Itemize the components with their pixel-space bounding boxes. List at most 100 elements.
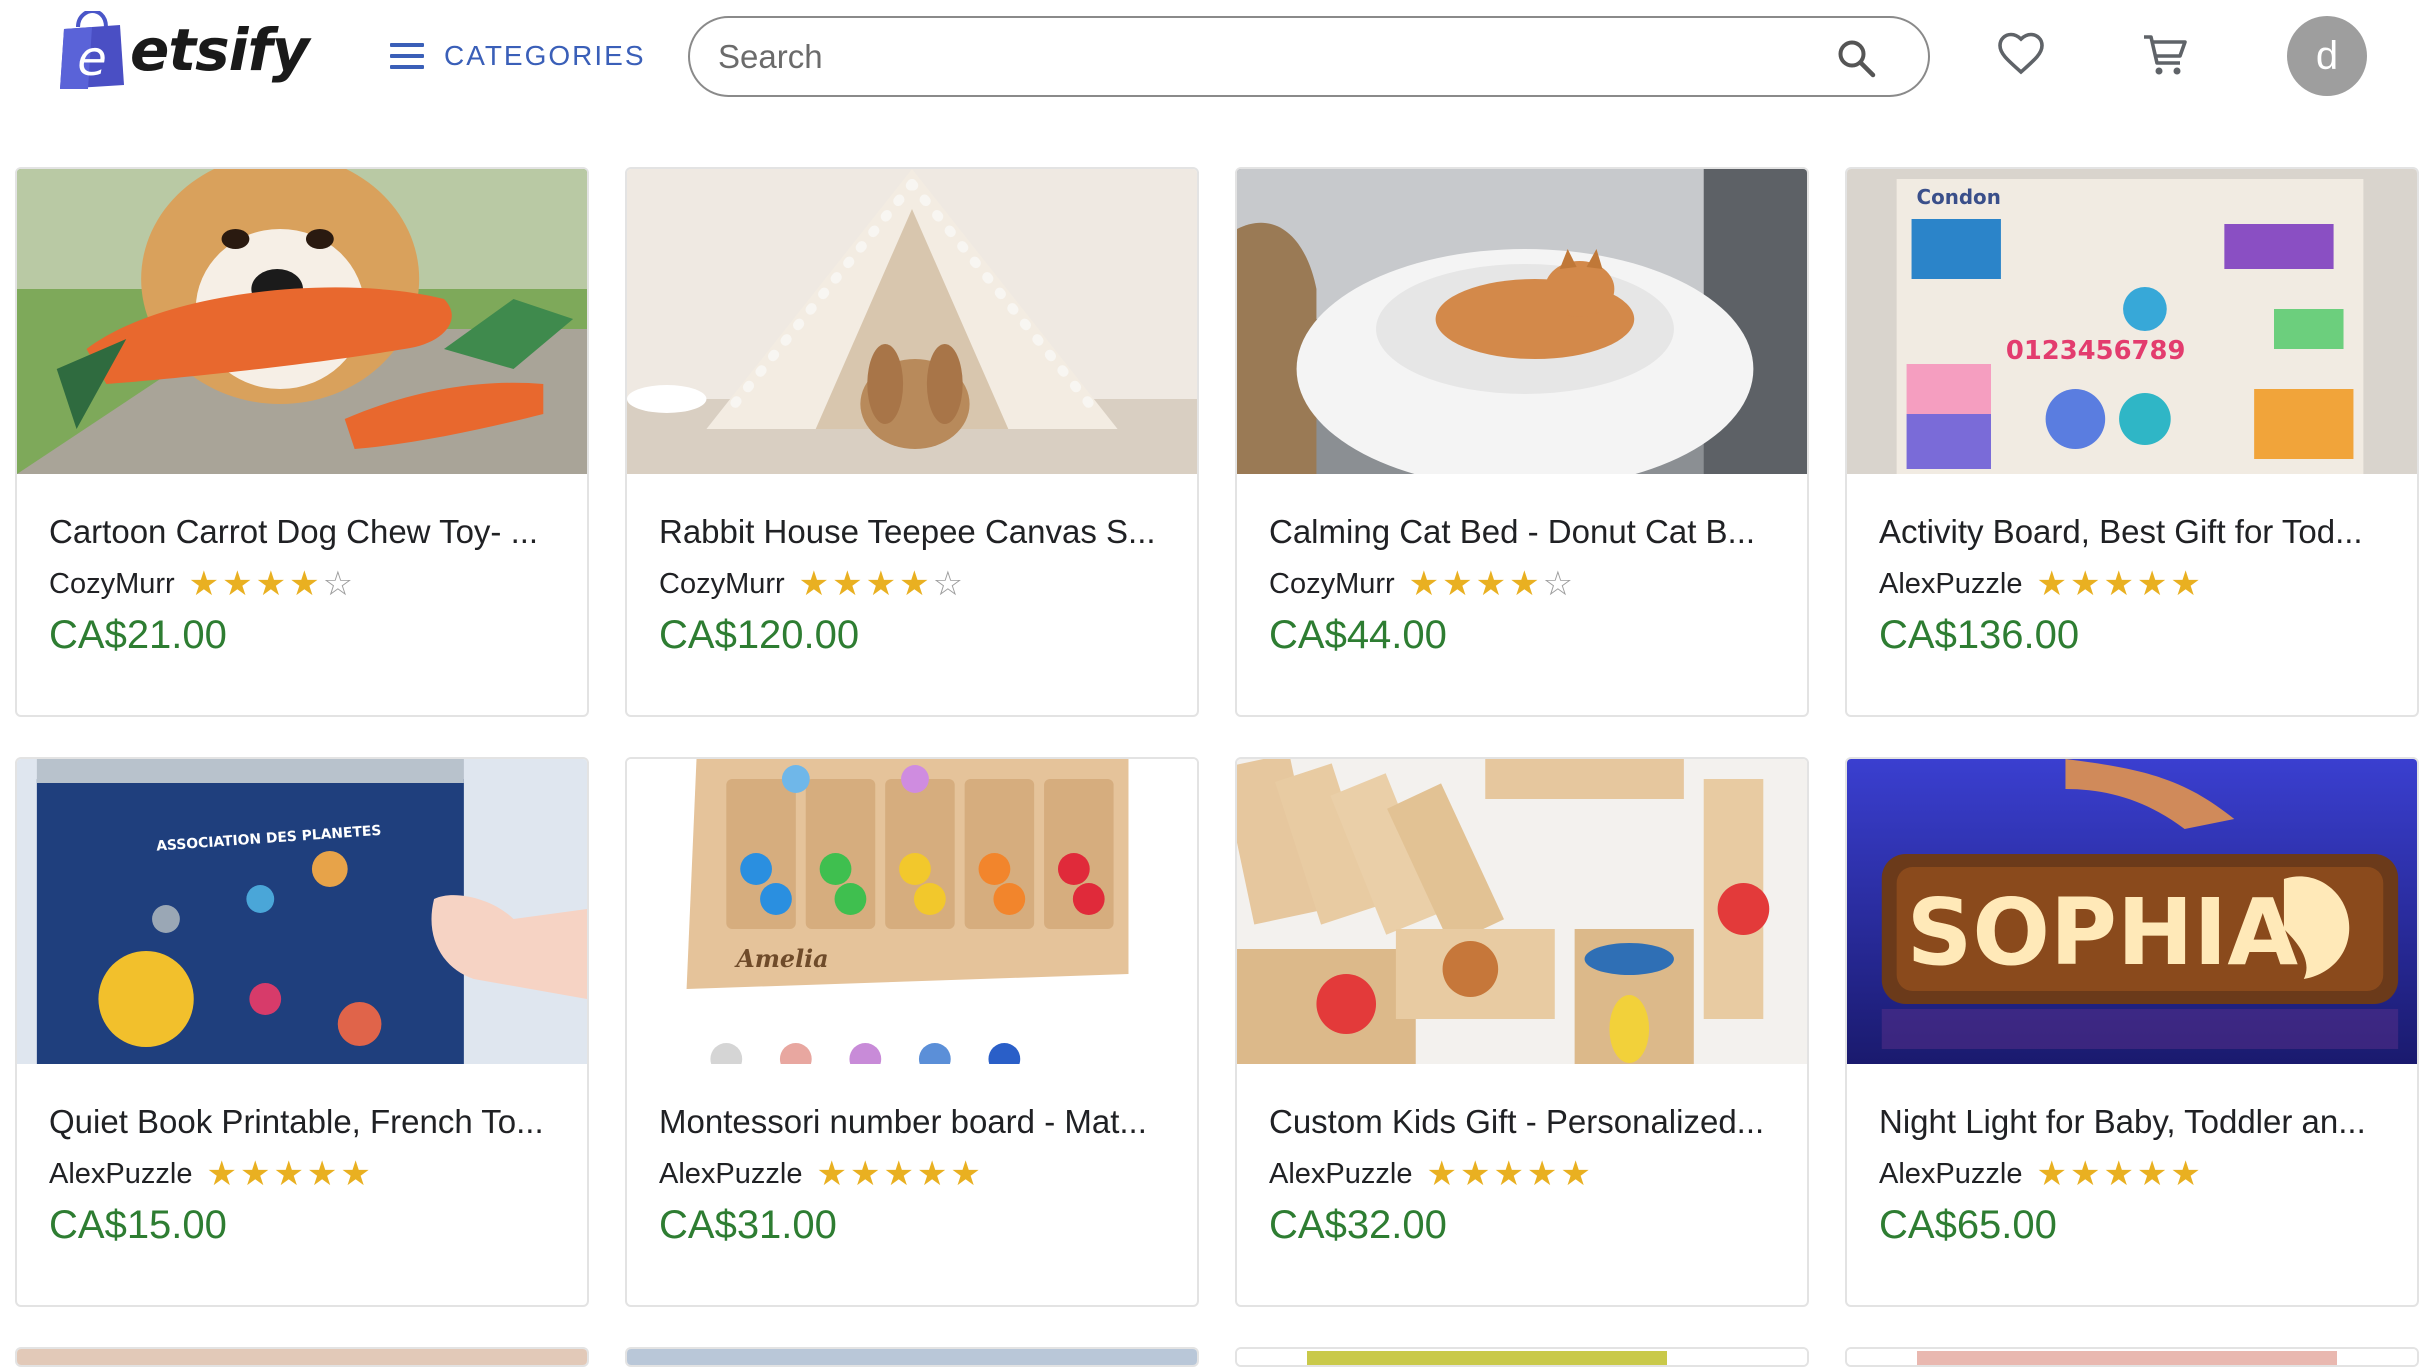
star-filled-icon: ★: [273, 1155, 304, 1193]
star-filled-icon: ★: [2136, 565, 2168, 603]
search-input[interactable]: [718, 37, 1798, 76]
star-filled-icon: ★: [2103, 565, 2134, 603]
seller-rating-row: AlexPuzzle ★ ★ ★ ★ ★: [1879, 1154, 2204, 1194]
search-bar[interactable]: [688, 16, 1930, 97]
product-price: CA$65.00: [1879, 1203, 2057, 1247]
shopping-bag-logo-icon: e: [58, 11, 126, 89]
seller-name[interactable]: AlexPuzzle: [1879, 1158, 2022, 1191]
product-image-cat-bed[interactable]: [1237, 169, 1807, 474]
night-light-name: SOPHIA: [1907, 879, 2299, 986]
product-image-dog-carrot[interactable]: [17, 169, 587, 474]
star-filled-icon: ★: [1426, 1155, 1457, 1193]
etsify-logo[interactable]: e etsify: [58, 10, 310, 90]
product-image-rabbit-teepee[interactable]: [627, 169, 1197, 474]
product-card[interactable]: Custom Kids Gift - Personalized... AlexP…: [1235, 757, 1809, 1307]
star-filled-icon: ★: [206, 1155, 237, 1193]
product-card[interactable]: Calming Cat Bed - Donut Cat B... CozyMur…: [1235, 167, 1809, 717]
board-name: Amelia: [734, 945, 828, 973]
product-card-partial[interactable]: [15, 1347, 589, 1367]
top-header: e etsify CATEGORIES d: [0, 0, 2435, 112]
star-filled-icon: ★: [306, 1155, 338, 1193]
star-filled-icon: ★: [1526, 1155, 1558, 1193]
product-title[interactable]: Quiet Book Printable, French To...: [49, 1103, 564, 1141]
star-filled-icon: ★: [2036, 565, 2067, 603]
product-card[interactable]: Amelia Montessori number board - Mat... …: [625, 757, 1199, 1307]
seller-name[interactable]: CozyMurr: [1269, 568, 1395, 601]
star-filled-icon: ★: [188, 565, 220, 603]
seller-rating-row: AlexPuzzle ★ ★ ★ ★ ★: [1269, 1154, 1594, 1194]
product-title[interactable]: Montessori number board - Mat...: [659, 1103, 1174, 1141]
shopping-cart-icon[interactable]: [2142, 32, 2188, 78]
board-numbers: 0123456789: [2006, 336, 2186, 366]
seller-rating-row: AlexPuzzle ★ ★ ★ ★ ★: [1879, 564, 2204, 604]
star-filled-icon: ★: [2036, 1155, 2067, 1193]
seller-name[interactable]: CozyMurr: [659, 568, 785, 601]
hamburger-menu-icon: [390, 43, 424, 69]
seller-rating-row: AlexPuzzle ★ ★ ★ ★ ★: [659, 1154, 984, 1194]
star-rating: ★ ★ ★ ★ ★: [2036, 567, 2203, 601]
heart-favorites-icon[interactable]: [1998, 32, 2044, 78]
star-filled-icon: ★: [1560, 1155, 1591, 1193]
seller-name[interactable]: AlexPuzzle: [1879, 568, 2022, 601]
star-rating: ★ ★ ★ ★ ☆: [189, 567, 356, 601]
product-image-quiet-book[interactable]: ASSOCIATION DES PLANETES: [17, 759, 587, 1064]
product-title[interactable]: Custom Kids Gift - Personalized...: [1269, 1103, 1784, 1141]
seller-rating-row: CozyMurr ★ ★ ★ ★ ☆: [659, 564, 966, 604]
categories-menu-button[interactable]: CATEGORIES: [390, 33, 646, 79]
partial-product-image: [1237, 1349, 1807, 1365]
product-price: CA$44.00: [1269, 613, 1447, 657]
star-rating: ★ ★ ★ ★ ☆: [1409, 567, 1576, 601]
board-label: Condon: [1917, 186, 2001, 209]
star-filled-icon: ★: [899, 565, 930, 603]
star-rating: ★ ★ ★ ★ ★: [2036, 1157, 2203, 1191]
product-image-montessori-board[interactable]: Amelia: [627, 759, 1197, 1064]
star-filled-icon: ★: [1459, 1155, 1491, 1193]
seller-name[interactable]: CozyMurr: [49, 568, 175, 601]
star-filled-icon: ★: [255, 565, 287, 603]
star-filled-icon: ★: [222, 565, 253, 603]
product-card-partial[interactable]: [625, 1347, 1199, 1367]
logo-text: etsify: [130, 16, 310, 84]
user-avatar[interactable]: d: [2287, 16, 2367, 96]
product-price: CA$15.00: [49, 1203, 227, 1247]
product-image-wooden-dominoes[interactable]: [1237, 759, 1807, 1064]
star-filled-icon: ★: [865, 565, 897, 603]
star-filled-icon: ★: [950, 1155, 981, 1193]
product-card[interactable]: Rabbit House Teepee Canvas S... CozyMurr…: [625, 167, 1199, 717]
search-icon[interactable]: [1836, 38, 1876, 78]
product-price: CA$21.00: [49, 613, 227, 657]
star-filled-icon: ★: [816, 1155, 847, 1193]
categories-label: CATEGORIES: [444, 40, 646, 71]
avatar-letter: d: [2315, 33, 2339, 78]
product-card[interactable]: SOPHIA Night Light for Baby, Toddler an.…: [1845, 757, 2419, 1307]
seller-name[interactable]: AlexPuzzle: [1269, 1158, 1412, 1191]
product-title[interactable]: Activity Board, Best Gift for Tod...: [1879, 513, 2394, 551]
product-card[interactable]: Condon 0123456789 Activity Board, Best G…: [1845, 167, 2419, 717]
product-image-night-light[interactable]: SOPHIA: [1847, 759, 2417, 1064]
star-filled-icon: ★: [1442, 565, 1473, 603]
star-filled-icon: ★: [883, 1155, 914, 1193]
product-title[interactable]: Cartoon Carrot Dog Chew Toy- ...: [49, 513, 564, 551]
product-price: CA$120.00: [659, 613, 860, 657]
star-filled-icon: ★: [2069, 1155, 2101, 1193]
product-card[interactable]: ASSOCIATION DES PLANETES Quiet Book Prin…: [15, 757, 589, 1307]
star-filled-icon: ★: [798, 565, 830, 603]
star-filled-icon: ★: [1408, 565, 1440, 603]
star-filled-icon: ★: [289, 565, 320, 603]
star-filled-icon: ★: [340, 1155, 371, 1193]
star-filled-icon: ★: [2069, 565, 2101, 603]
product-title[interactable]: Calming Cat Bed - Donut Cat B...: [1269, 513, 1784, 551]
product-card-partial[interactable]: [1235, 1347, 1809, 1367]
seller-name[interactable]: AlexPuzzle: [659, 1158, 802, 1191]
star-filled-icon: ★: [832, 565, 863, 603]
star-filled-icon: ★: [2170, 1155, 2201, 1193]
product-card-partial[interactable]: [1845, 1347, 2419, 1367]
seller-rating-row: CozyMurr ★ ★ ★ ★ ☆: [49, 564, 356, 604]
product-price: CA$32.00: [1269, 1203, 1447, 1247]
product-title[interactable]: Night Light for Baby, Toddler an...: [1879, 1103, 2394, 1141]
product-image-activity-board[interactable]: Condon 0123456789: [1847, 169, 2417, 474]
product-card[interactable]: Cartoon Carrot Dog Chew Toy- ... CozyMur…: [15, 167, 589, 717]
product-title[interactable]: Rabbit House Teepee Canvas S...: [659, 513, 1174, 551]
star-rating: ★ ★ ★ ★ ☆: [799, 567, 966, 601]
seller-name[interactable]: AlexPuzzle: [49, 1158, 192, 1191]
